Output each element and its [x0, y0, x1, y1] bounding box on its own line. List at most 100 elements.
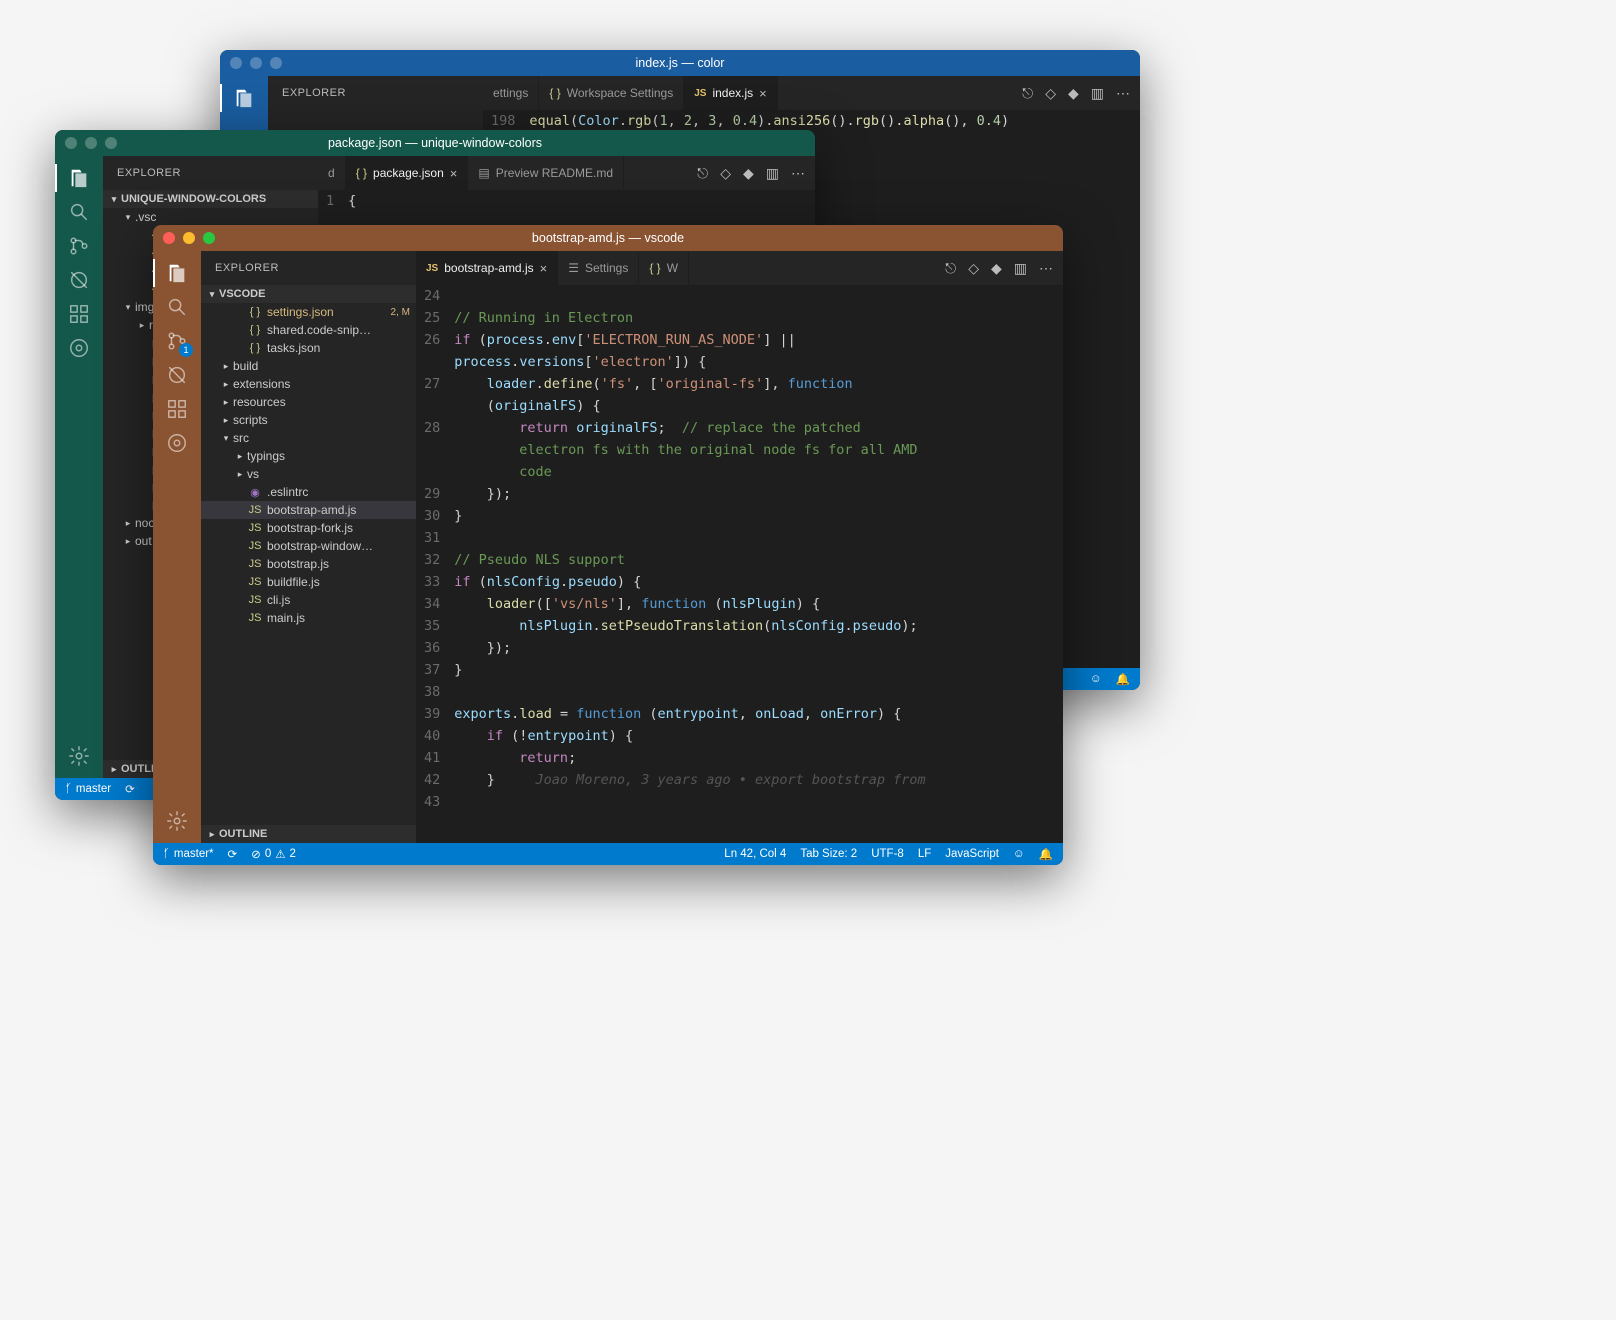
tree-item[interactable]: ▸vs [201, 465, 416, 483]
code-area[interactable]: // Running in Electronif (process.env['E… [454, 285, 1063, 843]
traffic-max[interactable] [270, 57, 282, 69]
tab-preview-readme[interactable]: ▤Preview README.md [468, 156, 624, 190]
gear-icon[interactable] [163, 807, 191, 835]
tree-item[interactable]: JSbootstrap-amd.js [201, 501, 416, 519]
branch-indicator[interactable]: ᚶ master [65, 783, 111, 795]
tab-settings[interactable]: ☰Settings [558, 251, 639, 285]
activity-bar [55, 156, 103, 778]
split-icon[interactable]: ▥ [1014, 260, 1027, 277]
scm-icon[interactable]: 1 [163, 327, 191, 355]
traffic-max[interactable] [105, 137, 117, 149]
live-share-icon[interactable]: ⎋ [697, 165, 708, 182]
traffic-max[interactable] [203, 232, 215, 244]
encoding[interactable]: UTF-8 [871, 848, 904, 860]
more-icon[interactable]: ⋯ [791, 165, 805, 182]
tab-bar: d { }package.json× ▤Preview README.md ⎋ … [318, 156, 815, 190]
titlebar[interactable]: bootstrap-amd.js — vscode [153, 225, 1063, 251]
tree-item[interactable]: JSbootstrap.js [201, 555, 416, 573]
tree-item[interactable]: ◉.eslintrc [201, 483, 416, 501]
live-share-icon[interactable]: ⎋ [1022, 85, 1033, 102]
search-icon[interactable] [65, 198, 93, 226]
open-changes-icon[interactable]: ◇ [720, 165, 731, 182]
window-vscode: bootstrap-amd.js — vscode 1 EXPLORER ▾VS… [153, 225, 1063, 865]
tree-item[interactable]: ▸typings [201, 447, 416, 465]
diff-icon[interactable]: ◆ [743, 165, 754, 182]
tree-item[interactable]: ▸scripts [201, 411, 416, 429]
project-header[interactable]: ▾VSCODE [201, 285, 416, 303]
gear-icon[interactable] [65, 742, 93, 770]
split-icon[interactable]: ▥ [766, 165, 779, 182]
tab-workspace-settings[interactable]: { }Workspace Settings [539, 76, 684, 110]
traffic-close[interactable] [65, 137, 77, 149]
more-icon[interactable]: ⋯ [1116, 85, 1130, 102]
traffic-min[interactable] [85, 137, 97, 149]
tab-bootstrap-amd[interactable]: JSbootstrap-amd.js× [416, 251, 558, 285]
tree-item[interactable]: ▸build [201, 357, 416, 375]
traffic-close[interactable] [230, 57, 242, 69]
tree-item[interactable]: { }settings.json2, M [201, 303, 416, 321]
language-mode[interactable]: JavaScript [945, 848, 999, 860]
tree-item[interactable]: JSbootstrap-window… [201, 537, 416, 555]
open-changes-icon[interactable]: ◇ [1045, 85, 1056, 102]
close-icon[interactable]: × [759, 86, 767, 101]
feedback-icon[interactable]: ☺ [1090, 673, 1102, 685]
window-title: package.json — unique-window-colors [65, 136, 805, 150]
bell-icon[interactable]: 🔔 [1116, 672, 1130, 686]
diff-icon[interactable]: ◆ [1068, 85, 1079, 102]
project-header[interactable]: ▾UNIQUE-WINDOW-COLORS [103, 190, 318, 208]
tree-item[interactable]: JSbuildfile.js [201, 573, 416, 591]
extensions-icon[interactable] [163, 395, 191, 423]
close-icon[interactable]: × [540, 261, 548, 276]
tree-item[interactable]: { }tasks.json [201, 339, 416, 357]
window-title: index.js — color [230, 56, 1130, 70]
tree-item[interactable]: JSbootstrap-fork.js [201, 519, 416, 537]
tab-size[interactable]: Tab Size: 2 [800, 848, 857, 860]
explorer-icon[interactable] [230, 84, 258, 112]
split-icon[interactable]: ▥ [1091, 85, 1104, 102]
eol[interactable]: LF [918, 848, 931, 860]
close-icon[interactable]: × [450, 166, 458, 181]
settings-icon: ☰ [568, 261, 579, 275]
explorer-icon[interactable] [65, 164, 93, 192]
debug-icon[interactable] [65, 266, 93, 294]
tree-item[interactable]: JScli.js [201, 591, 416, 609]
live-share-icon[interactable]: ⎋ [945, 260, 956, 277]
diff-icon[interactable]: ◆ [991, 260, 1002, 277]
tab-settings[interactable]: ettings [483, 76, 539, 110]
gutter: 242526 27 28 293031323334353637383940414… [416, 285, 454, 843]
more-icon[interactable]: ⋯ [1039, 260, 1053, 277]
search-icon[interactable] [163, 293, 191, 321]
explorer-icon[interactable] [163, 259, 191, 287]
open-changes-icon[interactable]: ◇ [968, 260, 979, 277]
branch-indicator[interactable]: ᚶ master* [163, 848, 214, 860]
gitlens-icon[interactable] [65, 334, 93, 362]
tab-indexjs[interactable]: JSindex.js× [684, 76, 778, 110]
traffic-min[interactable] [183, 232, 195, 244]
sidebar-title: EXPLORER [103, 156, 318, 190]
tree-item[interactable]: ▸resources [201, 393, 416, 411]
gitlens-icon[interactable] [163, 429, 191, 457]
tab-unknown[interactable]: d [318, 156, 346, 190]
debug-icon[interactable] [163, 361, 191, 389]
traffic-close[interactable] [163, 232, 175, 244]
problems-indicator[interactable]: ⊘0 ⚠2 [251, 847, 296, 861]
traffic-min[interactable] [250, 57, 262, 69]
feedback-icon[interactable]: ☺ [1013, 848, 1025, 860]
tree-item[interactable]: JSmain.js [201, 609, 416, 627]
cursor-position[interactable]: Ln 42, Col 4 [724, 848, 786, 860]
sync-icon[interactable]: ⟳ [228, 847, 238, 861]
tree-item[interactable]: ▾src [201, 429, 416, 447]
tree-item[interactable]: ▾.vsc [103, 208, 318, 226]
sidebar-title: EXPLORER [268, 76, 483, 110]
outline-header[interactable]: ▸OUTLINE [201, 825, 416, 843]
titlebar[interactable]: package.json — unique-window-colors [55, 130, 815, 156]
bell-icon[interactable]: 🔔 [1039, 847, 1053, 861]
extensions-icon[interactable] [65, 300, 93, 328]
titlebar[interactable]: index.js — color [220, 50, 1140, 76]
sync-icon[interactable]: ⟳ [125, 782, 135, 796]
tab-packagejson[interactable]: { }package.json× [346, 156, 469, 190]
tree-item[interactable]: { }shared.code-snip… [201, 321, 416, 339]
tree-item[interactable]: ▸extensions [201, 375, 416, 393]
tab-workspace[interactable]: { }W [639, 251, 689, 285]
scm-icon[interactable] [65, 232, 93, 260]
